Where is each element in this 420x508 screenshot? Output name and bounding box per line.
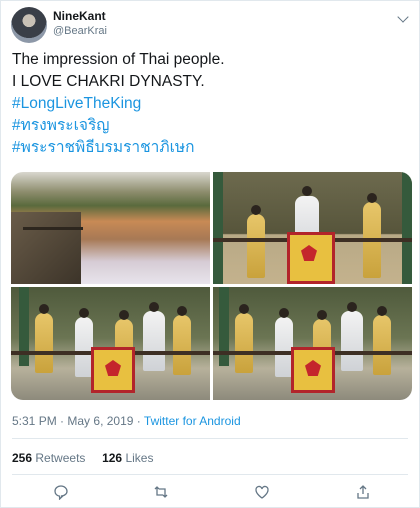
photo-balcony-right[interactable]	[213, 287, 412, 400]
tweet-text: The impression of Thai people. I LOVE CH…	[12, 49, 225, 159]
tweet-date[interactable]: May 6, 2019	[67, 414, 133, 428]
tweet-source-link[interactable]: Twitter for Android	[144, 414, 241, 428]
hashtag-link[interactable]: #LongLiveTheKing	[12, 93, 225, 115]
retweets-stat[interactable]: 256 Retweets	[12, 451, 85, 465]
podium	[287, 232, 335, 284]
figure	[247, 214, 265, 278]
tweet-stats: 256 Retweets 126 Likes	[12, 451, 153, 465]
figure-head	[347, 302, 357, 312]
author-name[interactable]: NineKant	[53, 9, 106, 23]
retweets-label: Retweets	[35, 451, 86, 465]
figure-head	[251, 205, 261, 215]
author-handle[interactable]: @BearKrai	[53, 25, 107, 37]
media-grid	[11, 172, 412, 400]
photo-crowd[interactable]	[11, 172, 210, 284]
figure	[173, 315, 191, 375]
hashtag-link[interactable]: #ทรงพระเจริญ	[12, 115, 225, 137]
figure-head	[119, 310, 129, 320]
photo-podium[interactable]	[213, 172, 412, 284]
figure	[235, 313, 253, 373]
figure	[341, 311, 363, 371]
tweet-time[interactable]: 5:31 PM	[12, 414, 57, 428]
tweet-card: NineKant @BearKrai The impression of Tha…	[0, 0, 420, 508]
tweet-meta: 5:31 PM · May 6, 2019 · Twitter for Andr…	[12, 414, 241, 428]
tweet-line: The impression of Thai people.	[12, 51, 225, 68]
meta-separator: ·	[60, 414, 65, 428]
divider	[12, 438, 408, 439]
figure-head	[367, 193, 377, 203]
like-icon[interactable]	[254, 484, 270, 500]
divider	[12, 474, 408, 475]
meta-separator: ·	[136, 414, 141, 428]
balcony-rail	[23, 227, 83, 230]
chevron-down-icon[interactable]	[397, 11, 409, 23]
balcony	[11, 212, 81, 284]
pillar	[213, 172, 223, 284]
retweets-count: 256	[12, 451, 33, 465]
likes-stat[interactable]: 126 Likes	[102, 451, 153, 465]
share-icon[interactable]	[355, 484, 371, 500]
retweet-icon[interactable]	[153, 484, 169, 500]
figure-head	[79, 308, 89, 318]
figure	[35, 313, 53, 373]
figure-head	[149, 302, 159, 312]
podium	[291, 347, 335, 393]
figure-head	[239, 304, 249, 314]
figure-head	[377, 306, 387, 316]
figure-head	[302, 186, 312, 196]
avatar[interactable]	[11, 7, 47, 43]
photo-balcony-left[interactable]	[11, 287, 210, 400]
figure-head	[279, 308, 289, 318]
figure	[373, 315, 391, 375]
likes-label: Likes	[125, 451, 154, 465]
tweet-line: I LOVE CHAKRI DYNASTY.	[12, 73, 205, 90]
likes-count: 126	[102, 451, 123, 465]
figure	[143, 311, 165, 371]
pillar	[402, 172, 412, 284]
podium	[91, 347, 135, 393]
hashtag-link[interactable]: #พระราชพิธีบรมราชาภิเษก	[12, 137, 225, 159]
reply-icon[interactable]	[53, 484, 69, 501]
figure-head	[39, 304, 49, 314]
figure-head	[317, 310, 327, 320]
figure-head	[177, 306, 187, 316]
